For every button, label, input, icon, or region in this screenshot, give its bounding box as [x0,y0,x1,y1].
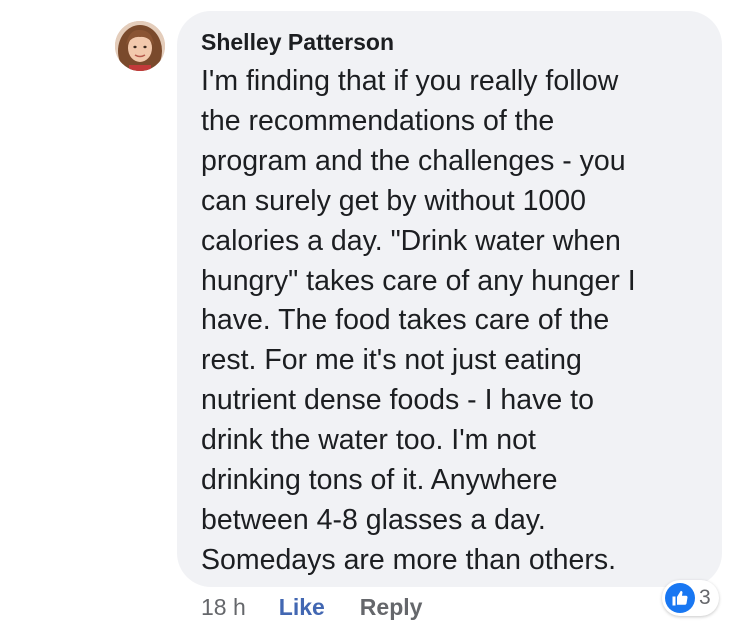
reaction-count: 3 [699,586,711,609]
thumbs-up-icon [665,583,695,613]
user-avatar-icon [115,21,165,71]
avatar[interactable] [115,21,165,71]
comment: Shelley Patterson I'm finding that if yo… [0,0,749,633]
comment-author[interactable]: Shelley Patterson [201,27,702,57]
comment-text: I'm finding that if you really follow th… [201,65,636,576]
like-button[interactable]: Like [279,592,325,622]
reply-button[interactable]: Reply [360,592,423,622]
comment-bubble: Shelley Patterson I'm finding that if yo… [177,11,722,587]
comment-actions: 18 h Like Reply [201,592,422,622]
reaction-summary[interactable]: 3 [662,580,719,616]
timestamp[interactable]: 18 h [201,592,246,622]
